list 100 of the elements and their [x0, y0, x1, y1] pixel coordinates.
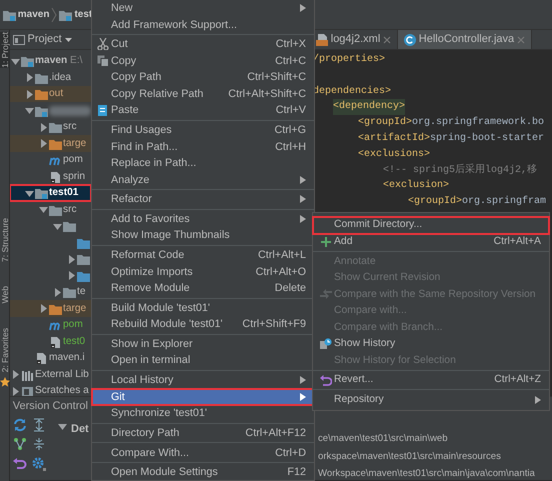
history-icon	[320, 338, 332, 350]
menu-item[interactable]: Rebuild Module 'test01' Ctrl+Shift+F9	[92, 316, 314, 333]
menu-item[interactable]: Compare With... Ctrl+D	[92, 444, 314, 461]
menu-item[interactable]: Show Image Thumbnails	[92, 227, 314, 244]
menu-item[interactable]: Commit Directory...	[313, 217, 549, 234]
menu-item[interactable]: Copy Ctrl+C	[92, 52, 314, 70]
menu-item[interactable]: Build Module 'test01'	[92, 300, 314, 316]
tree-item[interactable]: test0	[10, 333, 91, 350]
shortcut-text: Ctrl+H	[275, 140, 306, 155]
code-line: /properties>	[313, 52, 386, 67]
tree-item[interactable]: .idea	[10, 69, 91, 86]
menu-item[interactable]: New	[92, 0, 314, 16]
menu-item[interactable]: Optimize Imports Ctrl+Alt+O	[92, 263, 314, 280]
tree-item[interactable]: maven E:\	[10, 52, 91, 70]
menu-item[interactable]: Add to Favorites	[92, 210, 314, 228]
collapsed-arrow-icon[interactable]	[10, 369, 21, 380]
shortcut-text: Ctrl+G	[274, 123, 306, 138]
collapsed-arrow-icon[interactable]	[24, 72, 35, 83]
branch-icon[interactable]	[12, 437, 27, 452]
excluded-folder-icon	[49, 138, 62, 150]
menu-item[interactable]: Remove Module Delete	[92, 280, 314, 296]
source-folder-icon	[77, 270, 90, 282]
tool-window-label[interactable]: Web	[0, 286, 10, 304]
shortcut-text: Ctrl+X	[276, 37, 306, 52]
menu-item[interactable]: Add Ctrl+Alt+A	[313, 234, 549, 250]
file-icon	[35, 352, 48, 364]
collapsed-arrow-icon[interactable]	[66, 254, 77, 264]
chevron-icon	[51, 8, 58, 22]
tree-item[interactable]: pom	[10, 152, 91, 168]
menu-item[interactable]: Analyze	[92, 171, 314, 188]
tool-window-label[interactable]: 2: Favorites	[0, 328, 10, 373]
collapsed-arrow-icon[interactable]	[38, 138, 49, 149]
collapsed-arrow-icon[interactable]	[66, 270, 77, 281]
tree-label: src	[63, 120, 77, 134]
shortcut-text: Ctrl+Alt+Z	[494, 373, 541, 388]
settings-icon[interactable]	[32, 456, 46, 471]
tree-item[interactable]: External Lib	[10, 366, 91, 383]
tree-item[interactable]: sprin	[10, 168, 91, 185]
menu-item[interactable]: Synchronize 'test01'	[92, 405, 314, 422]
undo-icon[interactable]	[12, 456, 27, 471]
excluded-folder-icon	[35, 88, 48, 100]
menu-item[interactable]: Repository	[313, 392, 549, 408]
collapse-all-icon[interactable]	[32, 437, 46, 452]
expanded-arrow-icon[interactable]	[38, 204, 49, 215]
tree-item[interactable]: maven.i	[10, 350, 91, 366]
paste-icon	[96, 104, 108, 116]
menu-item[interactable]: Reformat Code Ctrl+Alt+L	[92, 246, 314, 264]
collapsed-arrow-icon[interactable]	[24, 88, 35, 100]
tree-label: out	[49, 87, 64, 102]
breadcrumb-item[interactable]: test	[74, 7, 92, 22]
tree-item[interactable]: src	[10, 201, 91, 218]
refresh-icon[interactable]	[12, 418, 27, 432]
folder-icon	[49, 204, 62, 216]
menu-item[interactable]: Git	[92, 388, 314, 405]
shortcut-text: Delete	[274, 281, 306, 296]
close-icon[interactable]	[383, 36, 392, 44]
tree-item[interactable]: te	[10, 284, 91, 300]
tree-item[interactable]: out	[10, 86, 91, 102]
editor-tab[interactable]: HelloController.java	[398, 30, 532, 49]
tree-item[interactable]: pom	[10, 316, 91, 334]
shortcut-text: Ctrl+V	[276, 103, 306, 118]
collapsed-arrow-icon[interactable]	[38, 303, 49, 314]
tool-window-label[interactable]: 1: Project	[0, 32, 10, 68]
shortcut-text: Ctrl+Alt+A	[494, 234, 541, 249]
menu-item[interactable]: Replace in Path...	[92, 154, 314, 172]
menu-item[interactable]: Copy Path Ctrl+Shift+C	[92, 69, 314, 86]
tree-item[interactable]: targe	[10, 135, 91, 152]
menu-item[interactable]: Show History	[313, 336, 549, 352]
expanded-arrow-icon[interactable]	[24, 105, 35, 116]
menu-item[interactable]: Add Framework Support...	[92, 16, 314, 33]
shortcut-text: Ctrl+Alt+L	[258, 248, 306, 264]
collapsed-arrow-icon[interactable]	[10, 386, 21, 396]
tool-window-label[interactable]: 7: Structure	[0, 218, 10, 262]
view-dropdown[interactable]: Project	[28, 31, 72, 48]
menu-item[interactable]: Open Module Settings F12	[92, 464, 314, 481]
tree-label: targe	[63, 302, 86, 316]
breadcrumb-item[interactable]: maven	[18, 7, 50, 22]
menu-item[interactable]: Find Usages Ctrl+G	[92, 122, 314, 138]
tree-item[interactable]: test01	[10, 184, 91, 202]
menu-item[interactable]: Open in terminal	[92, 352, 314, 369]
collapsed-arrow-icon[interactable]	[52, 286, 63, 298]
compare-arrows-icon	[320, 288, 332, 300]
menu-item[interactable]: Paste Ctrl+V	[92, 102, 314, 119]
collapsed-arrow-icon[interactable]	[38, 122, 49, 132]
menu-item[interactable]: Cut Ctrl+X	[92, 36, 314, 53]
copy-icon	[96, 54, 108, 67]
menu-item[interactable]: Show in Explorer	[92, 336, 314, 352]
folder-icon	[49, 121, 62, 133]
menu-item[interactable]: Local History	[92, 372, 314, 388]
menu-item[interactable]: Find in Path... Ctrl+H	[92, 138, 314, 155]
tree-item[interactable]: targe	[10, 300, 91, 317]
module-folder-icon	[35, 104, 48, 116]
menu-item[interactable]: Revert... Ctrl+Alt+Z	[313, 372, 549, 388]
menu-item[interactable]: Directory Path Ctrl+Alt+F12	[92, 424, 314, 442]
shortcut-text: Ctrl+D	[275, 446, 306, 461]
menu-item[interactable]: Copy Relative Path Ctrl+Alt+Shift+C	[92, 86, 314, 102]
expand-all-icon[interactable]	[32, 418, 46, 432]
tree-item[interactable]: src	[10, 118, 91, 136]
menu-item[interactable]: Refactor	[92, 191, 314, 208]
tree-label: te	[77, 285, 86, 300]
